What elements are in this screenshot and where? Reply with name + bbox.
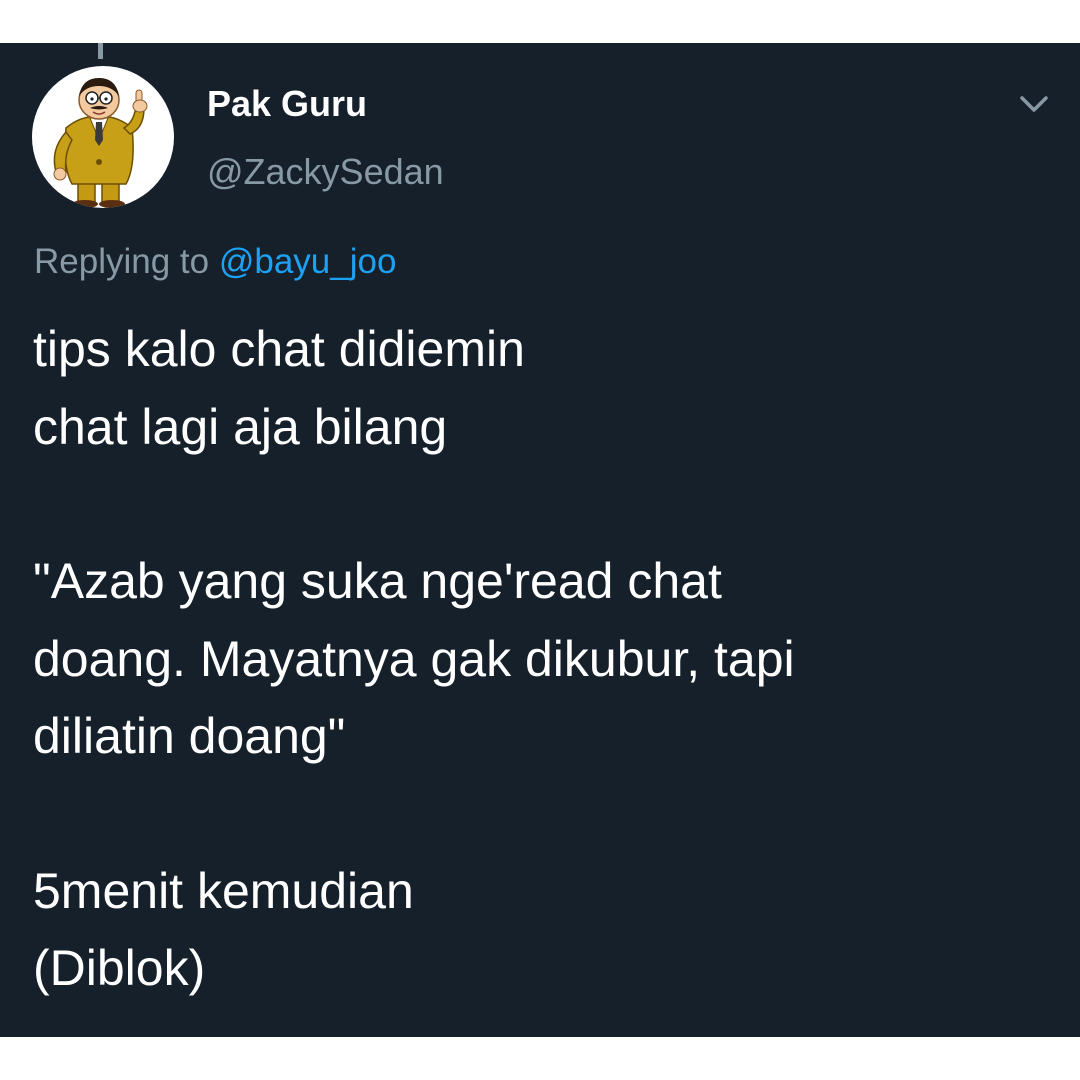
tweet-text-line: "Azab yang suka nge'read chat [33, 553, 722, 609]
bottom-frame [0, 1037, 1080, 1080]
tweet-text-line: diliatin doang" [33, 708, 346, 764]
avatar[interactable] [32, 66, 174, 208]
tweet-text-line: 5menit kemudian [33, 862, 414, 919]
chevron-down-icon[interactable] [1014, 89, 1054, 119]
tweet-text-line: chat lagi aja bilang [33, 398, 448, 455]
reply-context: Replying to @bayu_joo [34, 242, 396, 282]
reply-mention-link[interactable]: @bayu_joo [219, 242, 397, 281]
cartoon-teacher-avatar-icon [53, 78, 148, 208]
author-handle[interactable]: @ZackySedan [207, 151, 444, 193]
tweet-text: tips kalo chat didiemin chat lagi aja bi… [33, 311, 1053, 1008]
tweet-text-line: tips kalo chat didiemin [33, 321, 525, 377]
tweet-card: Pak Guru @ZackySedan Replying to @bayu_j… [0, 43, 1080, 1037]
tweet-text-line: doang. Mayatnya gak dikubur, tapi [33, 630, 795, 687]
tweet-text-line: (Diblok) [33, 940, 206, 996]
thread-connector-line [98, 43, 103, 59]
reply-prefix: Replying to [34, 242, 210, 281]
top-frame [0, 0, 1080, 43]
author-display-name[interactable]: Pak Guru [207, 83, 367, 125]
